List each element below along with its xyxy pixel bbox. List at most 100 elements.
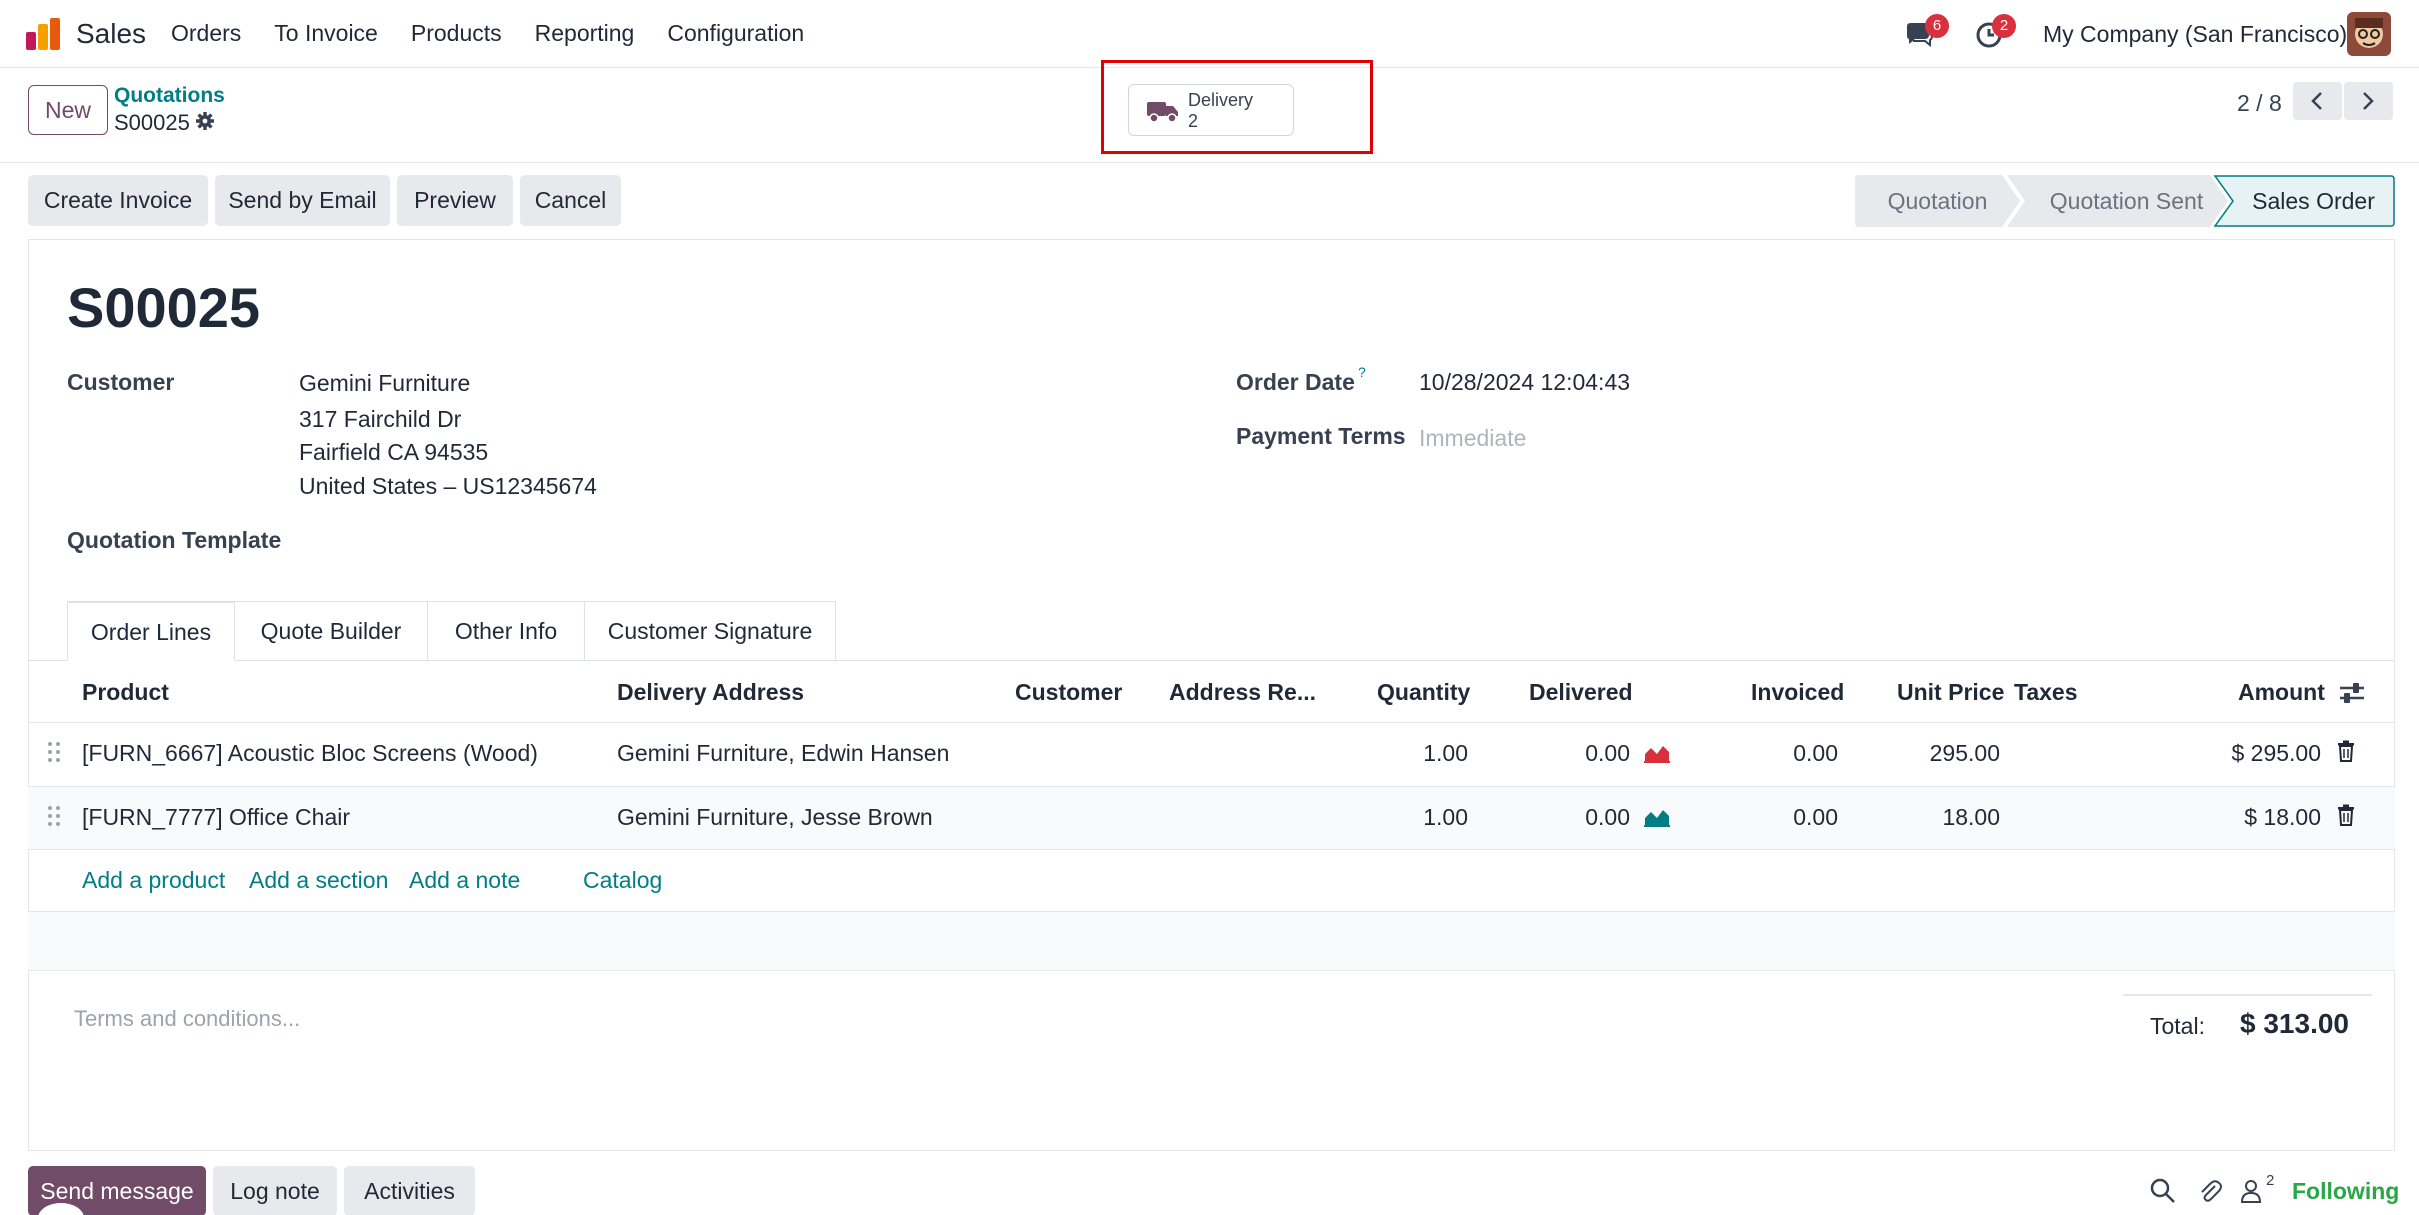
breadcrumb-quotations[interactable]: Quotations bbox=[114, 84, 225, 108]
trash-icon[interactable] bbox=[2337, 740, 2355, 762]
add-product-link[interactable]: Add a product bbox=[82, 867, 225, 894]
menu-to-invoice[interactable]: To Invoice bbox=[274, 20, 378, 47]
company-switcher[interactable]: My Company (San Francisco) bbox=[2043, 21, 2347, 48]
order-date-value[interactable]: 10/28/2024 12:04:43 bbox=[1419, 369, 1630, 396]
terms-and-conditions-field[interactable]: Terms and conditions... bbox=[74, 1006, 300, 1032]
row-invoiced: 0.00 bbox=[1793, 804, 1838, 830]
tab-customer-signature[interactable]: Customer Signature bbox=[585, 601, 836, 661]
stage-quotation[interactable]: Quotation bbox=[1855, 175, 2020, 227]
row-delivery-address[interactable]: Gemini Furniture, Jesse Brown bbox=[617, 804, 933, 831]
customer-address-line-1: 317 Fairchild Dr bbox=[299, 406, 462, 432]
activities-button[interactable]: Activities bbox=[344, 1166, 475, 1215]
column-amount[interactable]: Amount bbox=[2238, 679, 2325, 706]
row-invoiced: 0.00 bbox=[1793, 740, 1838, 766]
search-icon[interactable] bbox=[2150, 1178, 2176, 1204]
chevron-left-icon bbox=[2311, 92, 2322, 110]
column-invoiced[interactable]: Invoiced bbox=[1751, 679, 1844, 706]
total-label: Total: bbox=[2150, 1013, 2205, 1039]
drag-handle-icon[interactable] bbox=[47, 741, 61, 763]
column-unit-price[interactable]: Unit Price bbox=[1897, 679, 2004, 706]
table-row[interactable] bbox=[28, 787, 2395, 849]
control-panel-divider bbox=[0, 162, 2419, 163]
trash-icon[interactable] bbox=[2337, 804, 2355, 826]
create-invoice-button[interactable]: Create Invoice bbox=[28, 175, 208, 226]
new-button[interactable]: New bbox=[28, 85, 108, 135]
tab-order-lines[interactable]: Order Lines bbox=[67, 601, 235, 661]
user-avatar-icon bbox=[2347, 12, 2391, 56]
optional-columns-toggle-icon[interactable] bbox=[2339, 681, 2365, 705]
highlight-box bbox=[1101, 60, 1373, 154]
row-product[interactable]: [FURN_6667] Acoustic Bloc Screens (Wood) bbox=[82, 740, 538, 767]
menu-orders[interactable]: Orders bbox=[171, 20, 241, 47]
customer-address-line-3: United States – US12345674 bbox=[299, 473, 597, 499]
chevron-right-icon bbox=[2363, 92, 2374, 110]
followers-icon[interactable] bbox=[2240, 1178, 2266, 1204]
pager-next-button[interactable] bbox=[2344, 82, 2393, 120]
forecast-chart-icon[interactable] bbox=[1644, 743, 1670, 763]
payment-terms-field[interactable]: Immediate bbox=[1419, 425, 1526, 452]
row-product[interactable]: [FURN_7777] Office Chair bbox=[82, 804, 350, 831]
row-delivered: 0.00 bbox=[1585, 804, 1630, 830]
row-unit-price[interactable]: 295.00 bbox=[1890, 740, 2000, 767]
table-empty-row bbox=[28, 912, 2395, 970]
column-quantity[interactable]: Quantity bbox=[1377, 679, 1470, 706]
menu-reporting[interactable]: Reporting bbox=[535, 20, 635, 47]
table-header-divider bbox=[28, 722, 2395, 723]
menu-configuration[interactable]: Configuration bbox=[667, 20, 804, 47]
add-section-link[interactable]: Add a section bbox=[249, 867, 388, 894]
stage-quotation-sent[interactable]: Quotation Sent bbox=[2025, 175, 2228, 227]
customer-link[interactable]: Gemini Furniture bbox=[299, 370, 470, 397]
cancel-button[interactable]: Cancel bbox=[520, 175, 621, 226]
payment-terms-label: Payment Terms bbox=[1236, 423, 1406, 449]
row-quantity[interactable]: 1.00 bbox=[1360, 804, 1468, 831]
preview-button[interactable]: Preview bbox=[397, 175, 513, 226]
breadcrumb-current: S00025 bbox=[114, 110, 190, 135]
column-taxes[interactable]: Taxes bbox=[2014, 679, 2078, 706]
column-delivered[interactable]: Delivered bbox=[1529, 679, 1633, 706]
pager-value[interactable]: 2 / 8 bbox=[2237, 90, 2282, 117]
status-bar: Quotation Quotation Sent Sales Order bbox=[1855, 175, 2395, 227]
app-name[interactable]: Sales bbox=[76, 18, 146, 50]
column-delivery-address[interactable]: Delivery Address bbox=[617, 679, 804, 706]
pager-previous-button[interactable] bbox=[2293, 82, 2342, 120]
activities-badge: 2 bbox=[1992, 14, 2016, 38]
row-unit-price[interactable]: 18.00 bbox=[1890, 804, 2000, 831]
log-note-button[interactable]: Log note bbox=[213, 1166, 337, 1215]
send-by-email-button[interactable]: Send by Email bbox=[215, 175, 390, 226]
row-divider bbox=[28, 970, 2395, 971]
row-delivered: 0.00 bbox=[1585, 740, 1630, 766]
tab-quote-builder[interactable]: Quote Builder bbox=[235, 601, 428, 661]
paperclip-icon[interactable] bbox=[2197, 1178, 2223, 1204]
messages-badge: 6 bbox=[1925, 14, 1949, 38]
top-navbar: Sales Orders To Invoice Products Reporti… bbox=[0, 0, 2419, 68]
total-divider bbox=[2123, 994, 2372, 996]
following-button[interactable]: Following bbox=[2292, 1178, 2399, 1205]
main-menu: Orders To Invoice Products Reporting Con… bbox=[171, 20, 837, 47]
quotation-template-label: Quotation Template bbox=[67, 527, 282, 553]
column-customer[interactable]: Customer bbox=[1015, 679, 1122, 706]
total-value: $ 313.00 bbox=[2240, 1008, 2349, 1039]
tab-other-info[interactable]: Other Info bbox=[428, 601, 585, 661]
order-name-title: S00025 bbox=[67, 276, 261, 339]
followers-count: 2 bbox=[2266, 1172, 2275, 1189]
row-amount: $ 18.00 bbox=[2244, 804, 2321, 830]
menu-products[interactable]: Products bbox=[411, 20, 502, 47]
user-avatar[interactable] bbox=[2347, 12, 2391, 56]
column-product[interactable]: Product bbox=[82, 679, 169, 706]
catalog-link[interactable]: Catalog bbox=[583, 867, 662, 894]
row-quantity[interactable]: 1.00 bbox=[1360, 740, 1468, 767]
customer-label: Customer bbox=[67, 369, 175, 395]
row-amount: $ 295.00 bbox=[2231, 740, 2321, 766]
order-date-label: Order Date bbox=[1236, 369, 1355, 395]
add-note-link[interactable]: Add a note bbox=[409, 867, 520, 894]
order-date-help[interactable]: ? bbox=[1358, 364, 1366, 380]
drag-handle-icon[interactable] bbox=[47, 805, 61, 827]
gear-icon[interactable] bbox=[195, 111, 215, 131]
row-delivery-address[interactable]: Gemini Furniture, Edwin Hansen bbox=[617, 740, 949, 767]
stage-sales-order[interactable]: Sales Order bbox=[2233, 175, 2394, 227]
row-divider bbox=[28, 849, 2395, 850]
forecast-chart-icon[interactable] bbox=[1644, 807, 1670, 827]
sales-app-logo-icon[interactable] bbox=[24, 16, 62, 52]
customer-address-line-2: Fairfield CA 94535 bbox=[299, 439, 489, 465]
column-address-ref[interactable]: Address Re... bbox=[1169, 679, 1316, 706]
